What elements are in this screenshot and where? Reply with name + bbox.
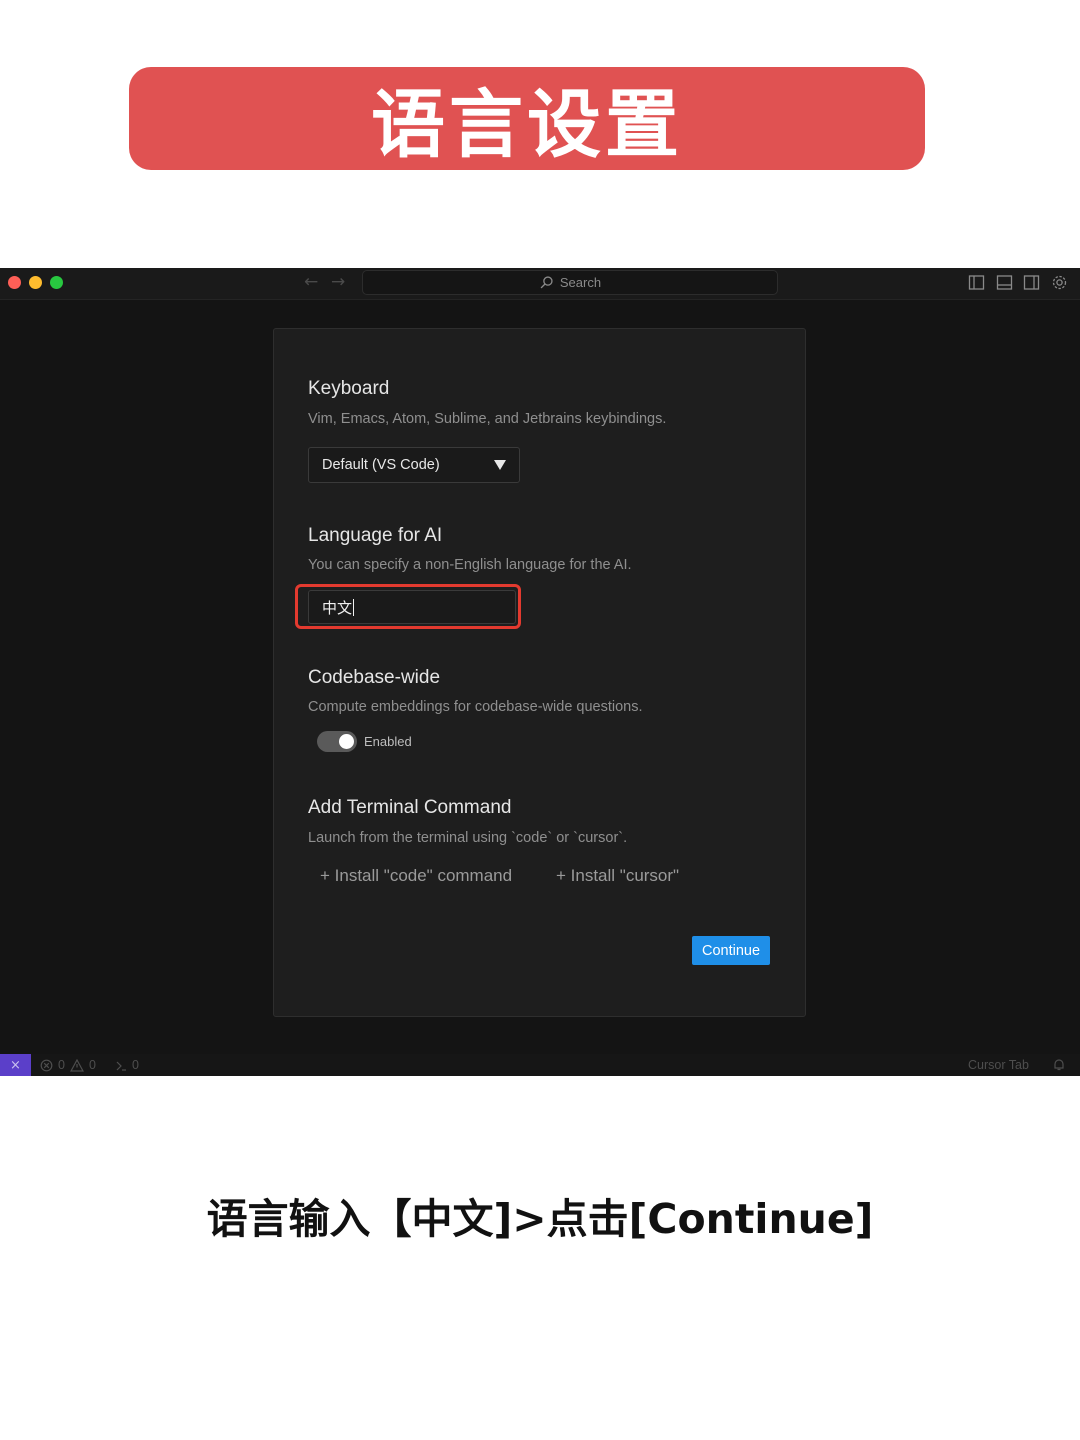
ports-count[interactable]: 0 — [132, 1058, 139, 1072]
back-arrow-icon[interactable]: ← — [304, 272, 318, 292]
toggle-panel-icon[interactable] — [996, 274, 1013, 291]
install-code-command-button[interactable]: + Install "code" command — [320, 866, 512, 886]
codebase-toggle-label: Enabled — [364, 734, 412, 749]
title-bar: ← → Search — [0, 268, 1080, 300]
toggle-knob — [339, 734, 354, 749]
warning-count[interactable]: 0 — [89, 1058, 96, 1072]
codebase-toggle[interactable] — [317, 731, 357, 752]
toggle-secondary-sidebar-icon[interactable] — [1023, 274, 1040, 291]
keyboard-description: Vim, Emacs, Atom, Sublime, and Jetbrains… — [308, 411, 667, 427]
codebase-title: Codebase-wide — [308, 667, 441, 688]
language-input-value: 中文 — [322, 598, 353, 617]
settings-panel: Keyboard Vim, Emacs, Atom, Sublime, and … — [273, 328, 806, 1017]
search-icon — [540, 276, 553, 289]
warning-icon — [70, 1059, 84, 1072]
maximize-window-button[interactable] — [50, 276, 63, 289]
minimize-window-button[interactable] — [29, 276, 42, 289]
search-placeholder: Search — [559, 275, 602, 290]
remote-indicator-icon[interactable]: × — [0, 1054, 31, 1076]
close-window-button[interactable] — [8, 276, 21, 289]
error-count[interactable]: 0 — [58, 1058, 65, 1072]
forward-arrow-icon[interactable]: → — [331, 272, 345, 292]
language-description: You can specify a non-English language f… — [308, 557, 632, 573]
language-title: Language for AI — [308, 525, 443, 546]
toggle-primary-sidebar-icon[interactable] — [968, 274, 985, 291]
cursor-tab-status[interactable]: Cursor Tab — [968, 1058, 1029, 1072]
status-bar: × 0 0 0 Cursor Tab — [0, 1054, 1080, 1076]
language-input[interactable]: 中文 — [308, 590, 516, 624]
keyboard-title: Keyboard — [308, 378, 390, 399]
install-cursor-command-button[interactable]: + Install "cursor" — [556, 866, 679, 886]
banner-title: 语言设置 — [371, 82, 683, 168]
title-banner: 语言设置 — [129, 67, 925, 170]
continue-button[interactable]: Continue — [692, 936, 770, 965]
codebase-description: Compute embeddings for codebase-wide que… — [308, 699, 643, 715]
error-icon — [40, 1059, 53, 1072]
text-cursor — [353, 598, 355, 616]
keyboard-select[interactable]: Default (VS Code) — [308, 447, 520, 483]
terminal-title: Add Terminal Command — [308, 797, 512, 818]
ports-icon — [116, 1061, 126, 1071]
app-window: ← → Search Keyboard Vim, Emacs, Atom, Su… — [0, 268, 1080, 1076]
terminal-description: Launch from the terminal using `code` or… — [308, 830, 628, 846]
command-search-box[interactable]: Search — [362, 270, 778, 295]
instruction-caption: 语言输入【中文]>点击[Continue] — [206, 1195, 874, 1243]
gear-icon[interactable] — [1051, 274, 1068, 291]
chevron-down-icon — [494, 460, 506, 470]
keyboard-select-value: Default (VS Code) — [322, 457, 440, 473]
notifications-bell-icon[interactable] — [1052, 1058, 1066, 1072]
